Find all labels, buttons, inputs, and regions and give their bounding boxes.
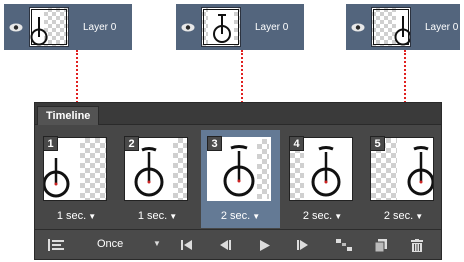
convert-icon[interactable] [47, 238, 65, 252]
frame-number: 3 [207, 136, 222, 151]
timeline-toolbar: Once ▼ [35, 229, 441, 259]
frame-delay-label: 2 sec. [302, 210, 333, 222]
eye-icon[interactable] [180, 21, 196, 33]
frame-3[interactable]: 3 2 sec. ▼ [201, 130, 280, 228]
layer-row-1[interactable]: Layer 0 [4, 4, 132, 50]
chevron-down-icon[interactable]: ▼ [153, 239, 161, 248]
timeline-header: Timeline [35, 103, 441, 125]
frame-delay-dropdown[interactable]: 2 sec. ▼ [364, 210, 443, 222]
first-frame-icon[interactable] [179, 238, 195, 252]
frame-delay-dropdown[interactable]: 1 sec. ▼ [118, 210, 197, 222]
loop-options-select[interactable]: Once [97, 238, 123, 250]
layer-thumbnail [201, 7, 241, 47]
frame-number: 4 [289, 136, 304, 151]
frame-number: 1 [43, 136, 58, 151]
previous-frame-icon[interactable] [218, 238, 234, 252]
frame-5[interactable]: 5 2 sec. ▼ [364, 130, 443, 228]
chevron-down-icon: ▼ [88, 212, 97, 221]
tab-timeline[interactable]: Timeline [37, 106, 100, 125]
layer-thumbnail [371, 7, 411, 47]
frame-4[interactable]: 4 2 sec. ▼ [283, 130, 362, 228]
frame-delay-label: 2 sec. [383, 210, 414, 222]
timeline-panel: Timeline 1 1 sec. ▼ 2 1 sec. ▼ 3 2 sec. … [34, 102, 442, 260]
tween-icon[interactable] [335, 238, 353, 252]
frame-1[interactable]: 1 1 sec. ▼ [37, 130, 116, 228]
frame-delay-dropdown[interactable]: 1 sec. ▼ [37, 210, 116, 222]
frame-number: 5 [370, 136, 385, 151]
layer-row-2[interactable]: Layer 0 [176, 4, 304, 50]
frame-strip: 1 1 sec. ▼ 2 1 sec. ▼ 3 2 sec. ▼ 4 2 sec… [35, 130, 441, 228]
frame-delay-dropdown[interactable]: 2 sec. ▼ [201, 210, 280, 222]
chevron-down-icon: ▼ [252, 212, 261, 221]
play-icon[interactable] [257, 238, 273, 252]
chevron-down-icon: ▼ [169, 212, 178, 221]
frame-delay-label: 2 sec. [220, 210, 251, 222]
frame-delay-label: 1 sec. [56, 210, 87, 222]
next-frame-icon[interactable] [295, 238, 311, 252]
eye-icon[interactable] [350, 21, 366, 33]
duplicate-frame-icon[interactable] [373, 238, 389, 252]
frame-delay-dropdown[interactable]: 2 sec. ▼ [283, 210, 362, 222]
layer-name: Layer 0 [255, 21, 289, 33]
layer-thumbnail [29, 7, 69, 47]
frame-number: 2 [124, 136, 139, 151]
layer-row-3[interactable]: Layer 0 [346, 4, 460, 50]
frame-delay-label: 1 sec. [137, 210, 168, 222]
layer-name: Layer 0 [83, 21, 117, 33]
delete-frame-icon[interactable] [409, 238, 425, 252]
eye-icon[interactable] [8, 21, 24, 33]
frame-2[interactable]: 2 1 sec. ▼ [118, 130, 197, 228]
chevron-down-icon: ▼ [334, 212, 343, 221]
chevron-down-icon: ▼ [415, 212, 424, 221]
layer-name: Layer 0 [425, 21, 459, 33]
